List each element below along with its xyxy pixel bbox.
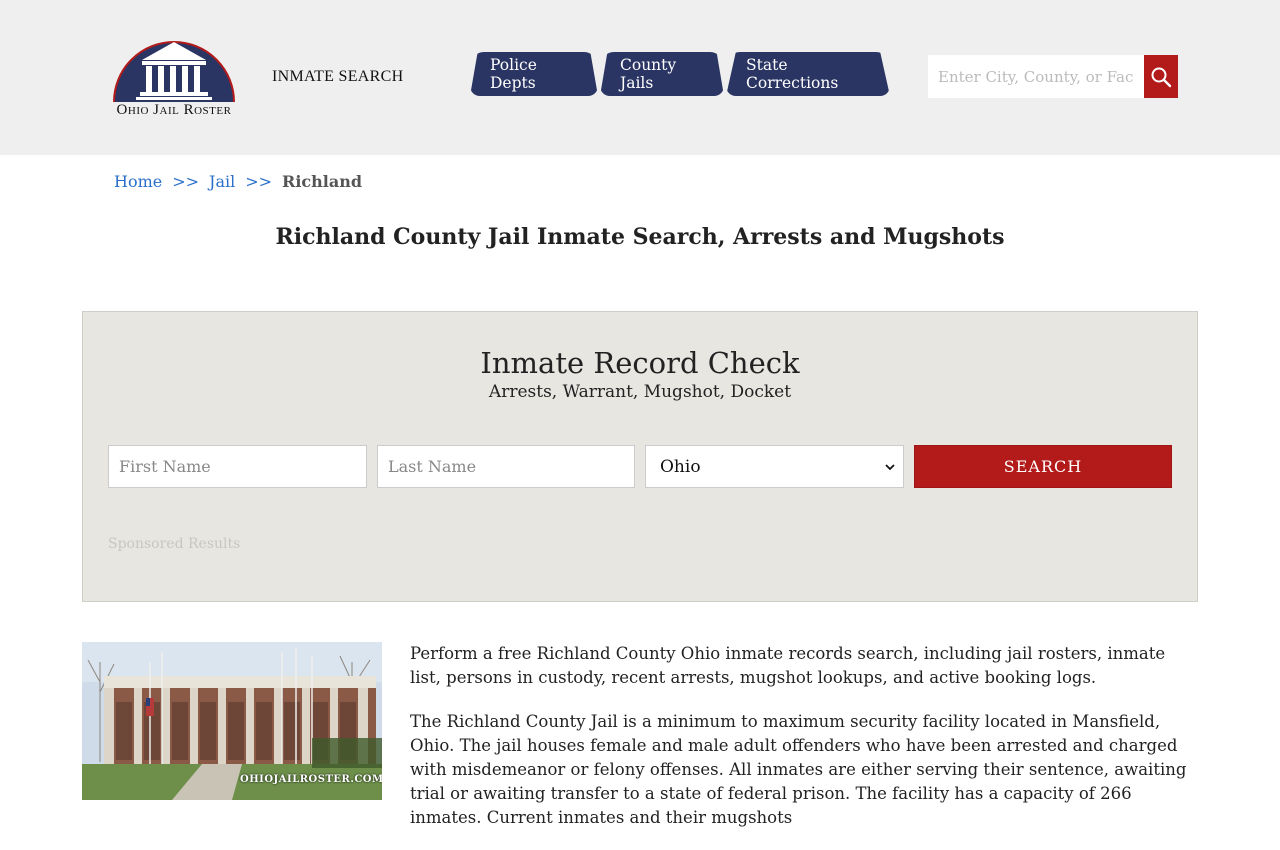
breadcrumb-current: Richland	[282, 172, 363, 191]
nav-tab-police-depts[interactable]: Police Depts	[470, 52, 598, 96]
logo-text: Ohio Jail Roster	[116, 102, 232, 118]
site-header: Ohio Jail Roster INMATE SEARCH Police De…	[0, 0, 1280, 155]
first-name-field[interactable]	[108, 445, 367, 488]
intro-paragraph: Perform a free Richland County Ohio inma…	[410, 644, 1166, 687]
record-check-title: Inmate Record Check	[480, 346, 800, 380]
inmate-record-check-panel: Inmate Record Check Arrests, Warrant, Mu…	[82, 311, 1198, 602]
chevron-down-icon	[885, 463, 895, 470]
breadcrumb-separator: >>	[245, 172, 273, 191]
search-button[interactable]: SEARCH	[914, 445, 1172, 488]
nav-tab-state-corrections[interactable]: State Corrections	[726, 52, 890, 96]
jail-photo: OHIOJAILROSTER.COM	[82, 642, 382, 800]
breadcrumb-home[interactable]: Home	[114, 172, 162, 191]
breadcrumb: Home >> Jail >> Richland	[114, 172, 362, 191]
site-search-button[interactable]	[1144, 55, 1178, 98]
search-icon	[1151, 67, 1172, 87]
page-content: Perform a free Richland County Ohio inma…	[410, 642, 1200, 850]
state-select[interactable]: Ohio	[645, 445, 904, 488]
nav-tab-county-jails[interactable]: County Jails	[600, 52, 724, 96]
site-search	[928, 55, 1178, 98]
site-logo[interactable]: Ohio Jail Roster	[104, 34, 244, 124]
breadcrumb-jail[interactable]: Jail	[209, 172, 235, 191]
photo-watermark: OHIOJAILROSTER.COM	[240, 774, 382, 785]
main-nav: Police Depts County Jails State Correcti…	[470, 52, 892, 96]
inmate-search-link[interactable]: INMATE SEARCH	[272, 68, 403, 86]
last-name-field[interactable]	[377, 445, 635, 488]
site-search-input[interactable]	[928, 55, 1144, 98]
courthouse-logo-icon	[113, 41, 235, 103]
page-title: Richland County Jail Inmate Search, Arre…	[275, 224, 1005, 250]
state-select-value: Ohio	[660, 456, 701, 477]
record-check-subtitle: Arrests, Warrant, Mugshot, Docket	[488, 382, 792, 402]
sponsored-results-label: Sponsored Results	[108, 536, 241, 552]
breadcrumb-separator: >>	[172, 172, 200, 191]
facility-paragraph: The Richland County Jail is a minimum to…	[410, 712, 1187, 827]
